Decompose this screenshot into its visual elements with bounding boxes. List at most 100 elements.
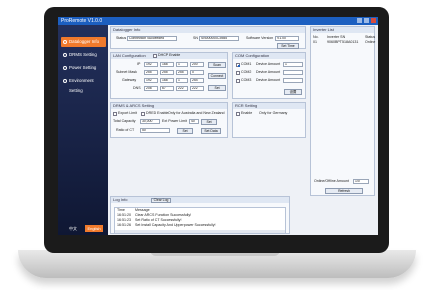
gateway-octet-3[interactable]: 1	[176, 78, 188, 83]
com3-amount-label: Device Amount	[256, 78, 281, 82]
ip-octet-2[interactable]: 168	[160, 62, 174, 67]
sidebar-item-label: DRMS Setting	[69, 52, 97, 57]
gateway-octet-4[interactable]: 254	[190, 78, 204, 83]
software-version-label: Software Version	[246, 36, 274, 40]
dns-octet-2[interactable]: 67	[160, 86, 174, 91]
status-field: Connection Succeeded	[127, 36, 177, 41]
language-chinese-button[interactable]: 中文	[66, 225, 80, 232]
minimize-button[interactable]	[357, 18, 362, 23]
connect-button[interactable]: Connect	[208, 73, 226, 79]
ct-set-button[interactable]: Set	[177, 128, 193, 134]
ratio-of-ct-field[interactable]: 50	[140, 128, 170, 133]
dns-label: DNS	[133, 86, 141, 90]
ip-octet-4[interactable]: 200	[190, 62, 204, 67]
lan-configuration-group: LAN Configuration DHCP Enable IP 192 168…	[110, 52, 228, 99]
online-offline-field: 1/0	[353, 179, 369, 184]
log-info-group: Log Info Clear Log Time Message 16:51:20…	[110, 196, 290, 234]
drms-arcs-group: DRMS & ARCS Setting Export Limit DRED En…	[110, 102, 228, 138]
com2-checkbox[interactable]	[236, 71, 240, 75]
com3-label: COM3	[241, 78, 252, 82]
dns-octet-1[interactable]: 208	[144, 86, 158, 91]
rcr-setting-group: RCR Setting Enable Only for Germany	[232, 102, 306, 138]
sidebar-item-environment-setting[interactable]: Environment Setting	[61, 76, 106, 93]
dhcp-label: DHCP Enable	[158, 53, 181, 57]
title-bar: ProRemote V1.0.0	[58, 17, 378, 25]
inverter-sn: 9060BPT518A0131	[327, 40, 359, 44]
sidebar-item-datalogger-info[interactable]: Datalogger Info	[61, 37, 106, 47]
group-title: Datalogger Info	[111, 27, 305, 33]
total-capacity-label: Total Capacity	[113, 119, 136, 123]
log-time: 16:51:26	[117, 223, 131, 227]
set-data-button[interactable]: Set Data	[201, 128, 221, 134]
sn-field: SN000000C3985	[199, 36, 239, 41]
software-version-field: V1.00	[275, 36, 299, 41]
group-title: Log Info	[111, 197, 289, 203]
ip-octet-1[interactable]: 192	[144, 62, 158, 67]
refresh-button[interactable]: Refresh	[325, 188, 363, 194]
total-capacity-field[interactable]: 30,000	[140, 119, 160, 124]
log-table: Time Message 16:51:20 Clear ARCS Functio…	[114, 207, 286, 234]
language-english-button[interactable]: English	[85, 225, 103, 232]
rcr-enable-checkbox[interactable]	[236, 112, 240, 116]
com1-amount-field[interactable]: 1	[283, 62, 303, 67]
com-set-button[interactable]: 设置	[284, 89, 302, 95]
settings-icon	[63, 53, 67, 57]
window-controls	[357, 18, 376, 23]
com1-amount-label: Device Amount	[256, 62, 281, 66]
com1-label: COM1	[241, 62, 252, 66]
com2-label: COM2	[241, 70, 252, 74]
mask-octet-1[interactable]: 255	[144, 70, 158, 75]
sidebar-item-power-setting[interactable]: Power Setting	[61, 63, 106, 73]
sidebar-item-drms-setting[interactable]: DRMS Setting	[61, 50, 106, 60]
close-button[interactable]	[371, 18, 376, 23]
com1-checkbox[interactable]	[236, 63, 240, 67]
online-offline-label: Online/Offline Amount	[314, 179, 349, 183]
inverter-status: Online	[365, 40, 376, 44]
dred-label: DRED Enable	[146, 111, 169, 115]
gateway-octet-1[interactable]: 192	[144, 78, 158, 83]
mask-octet-4[interactable]: 0	[190, 70, 204, 75]
table-row[interactable]: 01 9060BPT518A0131 Online	[313, 40, 375, 45]
log-message: Set Install Capacity And Upperpower Succ…	[135, 223, 216, 227]
dred-checkbox[interactable]	[141, 112, 145, 116]
ip-octet-3[interactable]: 1	[176, 62, 188, 67]
main-panel: Datalogger Info Status Connection Succee…	[110, 26, 376, 234]
export-limit-label: Export Limit	[118, 111, 137, 115]
sidebar-item-label: Power Setting	[69, 65, 97, 70]
capacity-set-button[interactable]: Set	[201, 119, 217, 125]
group-title: RCR Setting	[233, 103, 305, 109]
sidebar-item-label: Environment Setting	[69, 78, 94, 93]
ext-power-limit-label: Ext Power Limit	[162, 119, 187, 123]
dred-note: Only for Australia and New Zealand	[168, 111, 225, 115]
gateway-label: Gateway	[122, 78, 137, 82]
com-configuration-group: COM Configuration COM1 Device Amount 1 C…	[232, 52, 306, 99]
ratio-of-ct-label: Ratio of CT	[116, 128, 135, 132]
sn-label: SN	[193, 36, 198, 40]
clear-log-button[interactable]: Clear Log	[151, 198, 171, 203]
info-icon	[63, 40, 67, 44]
com2-amount-field[interactable]	[283, 70, 303, 75]
group-title: DRMS & ARCS Setting	[111, 103, 227, 109]
com2-amount-label: Device Amount	[256, 70, 281, 74]
inverter-list-group: Inverter List No. Inverter SN Status 01 …	[310, 26, 375, 196]
com3-checkbox[interactable]	[236, 79, 240, 83]
maximize-button[interactable]	[364, 18, 369, 23]
subnet-mask-label: Subnet Mask	[116, 70, 137, 74]
com3-amount-field[interactable]	[283, 78, 303, 83]
lan-set-button[interactable]: Set	[208, 85, 226, 91]
ext-power-limit-field[interactable]: 40	[189, 119, 199, 124]
scan-button[interactable]: Scan	[208, 62, 226, 68]
set-time-button[interactable]: Set Time	[277, 43, 299, 49]
mask-octet-2[interactable]: 255	[160, 70, 174, 75]
mask-octet-3[interactable]: 255	[176, 70, 188, 75]
dhcp-checkbox[interactable]	[153, 54, 157, 58]
app-window: ProRemote V1.0.0 Datalogger Info DRMS Se…	[58, 17, 378, 235]
dns-octet-4[interactable]: 222	[190, 86, 204, 91]
gateway-octet-2[interactable]: 168	[160, 78, 174, 83]
group-title: Inverter List	[311, 27, 374, 33]
horizontal-scrollbar[interactable]	[115, 230, 285, 233]
export-limit-checkbox[interactable]	[113, 112, 117, 116]
rcr-note: Only for Germany	[259, 111, 288, 115]
dns-octet-3[interactable]: 222	[176, 86, 188, 91]
power-icon	[63, 66, 67, 70]
